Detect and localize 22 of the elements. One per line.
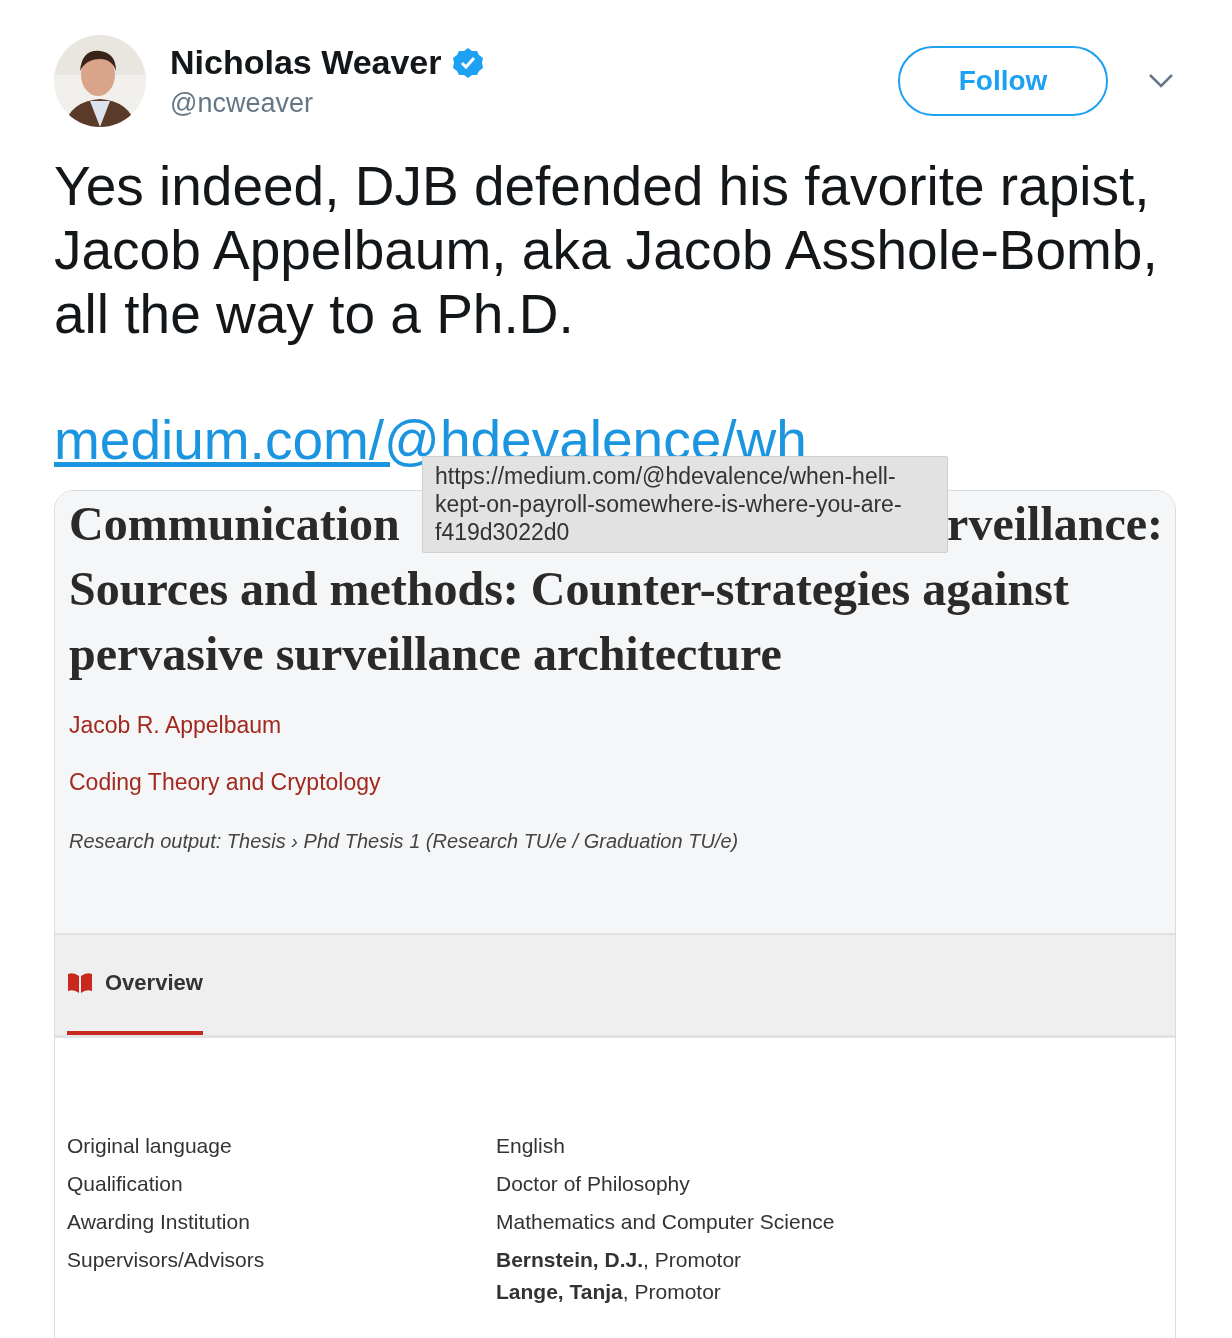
tweet-text: Yes indeed, DJB defended his favorite rapist, Jacob Appelbaum, aka Jacob Asshole-Bomb, all the way to a Ph.D. [54,154,1159,346]
author-handle[interactable]: @ncweaver [170,88,898,119]
detail-value: Doctor of Philosophy [496,1172,691,1196]
detail-label: Original language [67,1134,233,1158]
detail-value: Bernstein, D.J., Promotor [496,1248,743,1272]
research-output-text: Research output: Thesis › Phd Thesis 1 (Research TU/e / Graduation TU/e) [69,830,740,853]
overview-tab[interactable]: Overview [67,935,203,1035]
link-tooltip: https://medium.com/@hdevalence/when-hell-kept-on-payroll-somewhere-is-where-you-are-f419d3022d0 [422,456,948,553]
detail-value: Mathematics and Computer Science [496,1210,836,1234]
chevron-down-icon[interactable] [1148,73,1174,89]
detail-label: Qualification [67,1172,184,1196]
detail-label: Supervisors/Advisors [67,1248,266,1273]
detail-label: Awarding Institution [67,1210,251,1234]
detail-value: Lange, Tanja, Promotor [496,1280,722,1304]
organisation-link[interactable]: Coding Theory and Cryptology [69,769,1163,796]
detail-value: English [496,1134,566,1158]
author-link[interactable]: Jacob R. Appelbaum [69,712,1163,739]
page-title: Sources and methods: Counter-strategies against pervasive surveillance architecture [69,561,1070,682]
page-title: Communication [69,496,400,552]
author-name[interactable]: Nicholas Weaver [170,43,442,82]
book-icon [67,971,93,995]
page-title: rveillance: [947,496,1163,552]
